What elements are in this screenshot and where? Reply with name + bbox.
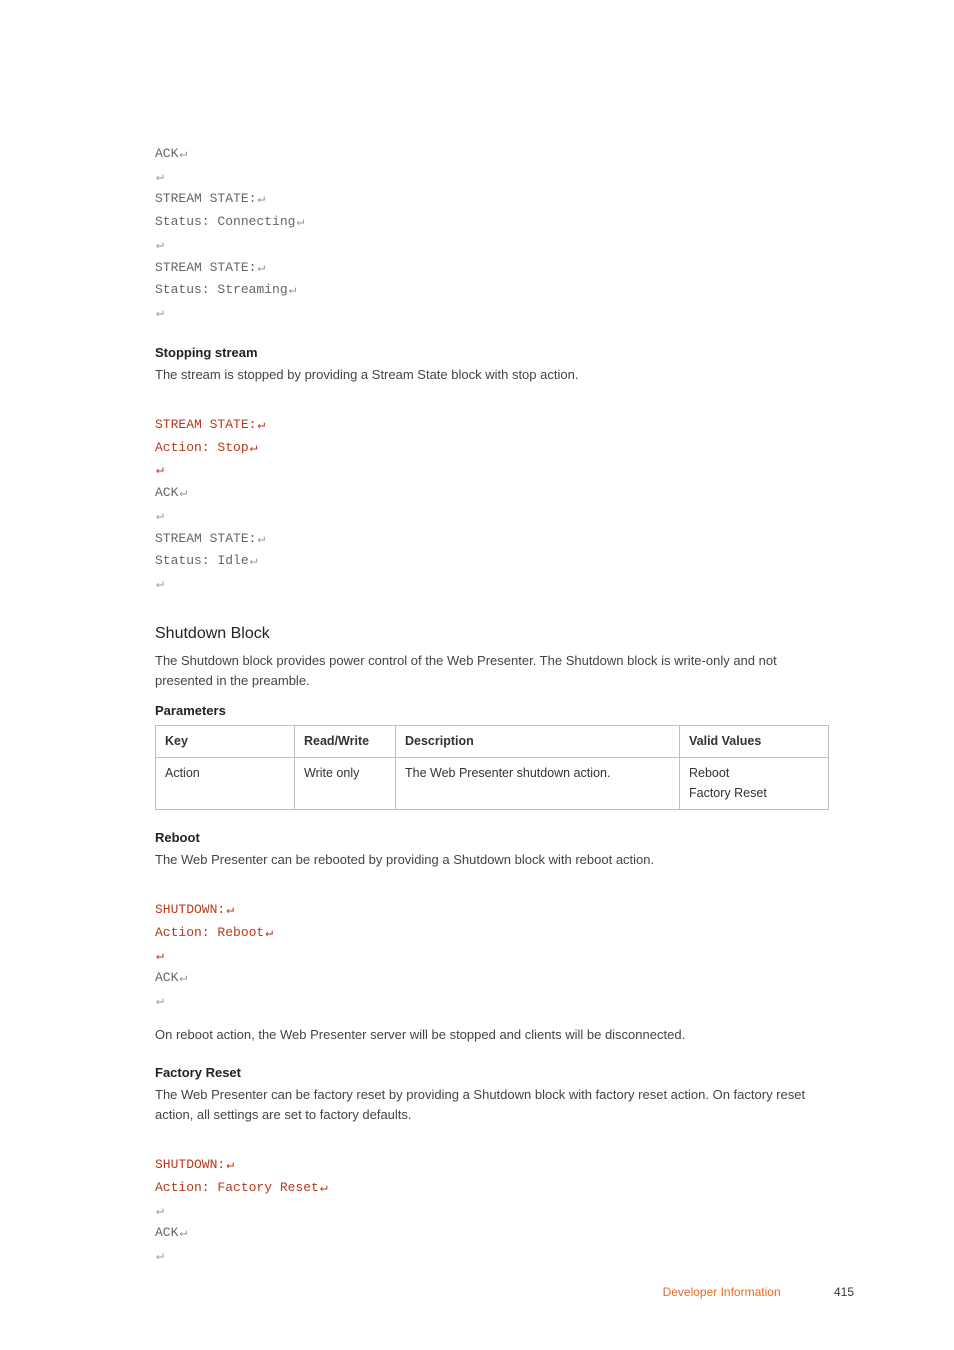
table-row: Action Write only The Web Presenter shut… [156, 758, 829, 810]
heading-factory-reset: Factory Reset [155, 1063, 829, 1083]
code-line: Status: Connecting [155, 214, 304, 229]
code-line: SHUTDOWN: [155, 902, 234, 917]
code-line [155, 576, 164, 591]
cell-read-write: Write only [295, 758, 396, 810]
para-factory-reset: The Web Presenter can be factory reset b… [155, 1085, 829, 1125]
footer-page-number: 415 [834, 1285, 854, 1299]
cell-key: Action [156, 758, 295, 810]
cell-description: The Web Presenter shutdown action. [396, 758, 680, 810]
code-line: ACK [155, 970, 187, 985]
heading-reboot: Reboot [155, 828, 829, 848]
heading-shutdown-block: Shutdown Block [155, 622, 829, 647]
para-shutdown-block: The Shutdown block provides power contro… [155, 651, 829, 691]
heading-parameters: Parameters [155, 701, 829, 721]
code-block-stream-state-ack: ACK STREAM STATE: Status: Connecting STR… [155, 120, 829, 325]
code-line: Status: Streaming [155, 282, 296, 297]
para-reboot: The Web Presenter can be rebooted by pro… [155, 850, 829, 870]
code-line [155, 993, 164, 1008]
code-line [155, 169, 164, 184]
col-description: Description [396, 726, 680, 758]
code-line: ACK [155, 485, 187, 500]
code-line [155, 1203, 164, 1218]
code-line: STREAM STATE: [155, 260, 265, 275]
para-stopping-stream: The stream is stopped by providing a Str… [155, 365, 829, 385]
parameters-table: Key Read/Write Description Valid Values … [155, 725, 829, 810]
code-line: Status: Idle [155, 553, 257, 568]
code-line [155, 462, 164, 477]
code-line: SHUTDOWN: [155, 1157, 234, 1172]
code-block-stop-stream: STREAM STATE: Action: Stop ACK STREAM ST… [155, 391, 829, 596]
code-block-factory-reset: SHUTDOWN: Action: Factory Reset ACK [155, 1131, 829, 1268]
footer-section: Developer Information [663, 1285, 781, 1299]
code-line: ACK [155, 1225, 187, 1240]
code-line [155, 305, 164, 320]
code-line: Action: Stop [155, 440, 257, 455]
code-line: STREAM STATE: [155, 417, 265, 432]
col-valid-values: Valid Values [680, 726, 829, 758]
page-footer: Developer Information 415 [663, 1283, 854, 1302]
valid-value: Reboot [689, 766, 729, 780]
code-line [155, 237, 164, 252]
valid-value: Factory Reset [689, 786, 767, 800]
code-line: STREAM STATE: [155, 191, 265, 206]
col-key: Key [156, 726, 295, 758]
page: ACK STREAM STATE: Status: Connecting STR… [0, 0, 954, 1350]
code-line [155, 508, 164, 523]
code-line: ACK [155, 146, 187, 161]
code-line [155, 1248, 164, 1263]
code-line: STREAM STATE: [155, 531, 265, 546]
table-header-row: Key Read/Write Description Valid Values [156, 726, 829, 758]
code-line: Action: Factory Reset [155, 1180, 328, 1195]
code-line [155, 948, 164, 963]
code-block-reboot: SHUTDOWN: Action: Reboot ACK [155, 876, 829, 1013]
code-line: Action: Reboot [155, 925, 273, 940]
para-reboot-note: On reboot action, the Web Presenter serv… [155, 1025, 829, 1045]
col-read-write: Read/Write [295, 726, 396, 758]
heading-stopping-stream: Stopping stream [155, 343, 829, 363]
cell-valid-values: Reboot Factory Reset [680, 758, 829, 810]
